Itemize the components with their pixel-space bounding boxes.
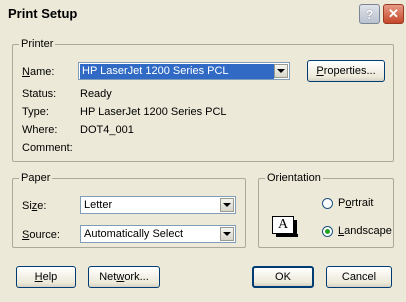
name-label: Name: [22, 66, 55, 78]
landscape-radio[interactable] [322, 226, 333, 237]
network-button[interactable]: Network... [88, 266, 160, 288]
landscape-label[interactable]: Landscape [338, 225, 392, 237]
window-title: Print Setup [8, 6, 78, 21]
close-button[interactable]: ✕ [383, 4, 404, 24]
print-setup-dialog: Print Setup ? ✕ Printer Name: HP LaserJe… [0, 0, 406, 302]
close-icon: ✕ [388, 6, 399, 21]
type-value: HP LaserJet 1200 Series PCL [80, 106, 227, 118]
paper-source-dropdown-button[interactable] [220, 227, 234, 241]
cancel-button-label: Cancel [341, 271, 377, 283]
network-button-label: Network... [99, 271, 149, 283]
source-label: Source: [22, 229, 60, 241]
status-value: Ready [80, 88, 112, 100]
properties-button-label: Properties... [316, 65, 376, 77]
ok-button-label: OK [275, 271, 291, 283]
chevron-down-icon [277, 69, 285, 73]
type-label: Type: [22, 106, 49, 118]
printer-group-legend: Printer [19, 38, 56, 50]
paper-source-value: Automatically Select [84, 228, 184, 240]
size-label: Size: [22, 200, 47, 212]
orientation-group: Orientation [258, 172, 394, 248]
where-label: Where: [22, 124, 58, 136]
ok-button[interactable]: OK [252, 266, 314, 288]
chevron-down-icon [223, 203, 231, 207]
status-label: Status: [22, 88, 57, 100]
paper-source-select[interactable]: Automatically Select [80, 225, 236, 243]
help-button[interactable]: Help [16, 266, 76, 288]
where-value: DOT4_001 [80, 124, 134, 136]
cancel-button[interactable]: Cancel [326, 266, 392, 288]
landscape-page-icon: A [272, 216, 298, 237]
orientation-group-legend: Orientation [265, 172, 323, 184]
printer-name-value: HP LaserJet 1200 Series PCL [80, 64, 274, 79]
paper-size-dropdown-button[interactable] [220, 198, 234, 212]
paper-size-value: Letter [84, 199, 113, 211]
comment-label: Comment: [22, 142, 73, 154]
portrait-label[interactable]: Portrait [338, 197, 373, 209]
printer-name-dropdown-button[interactable] [274, 64, 288, 78]
paper-group-legend: Paper [19, 172, 53, 184]
chevron-down-icon [223, 232, 231, 236]
orientation-icon-letter: A [277, 217, 289, 232]
question-mark-icon: ? [365, 6, 374, 22]
title-bar[interactable]: Print Setup ? ✕ [0, 0, 406, 26]
portrait-radio[interactable] [322, 198, 333, 209]
printer-name-select[interactable]: HP LaserJet 1200 Series PCL [78, 62, 290, 80]
help-button-label: Help [34, 271, 58, 283]
paper-size-select[interactable]: Letter [80, 196, 236, 214]
properties-button[interactable]: Properties... [307, 60, 385, 82]
help-title-button[interactable]: ? [359, 4, 380, 24]
